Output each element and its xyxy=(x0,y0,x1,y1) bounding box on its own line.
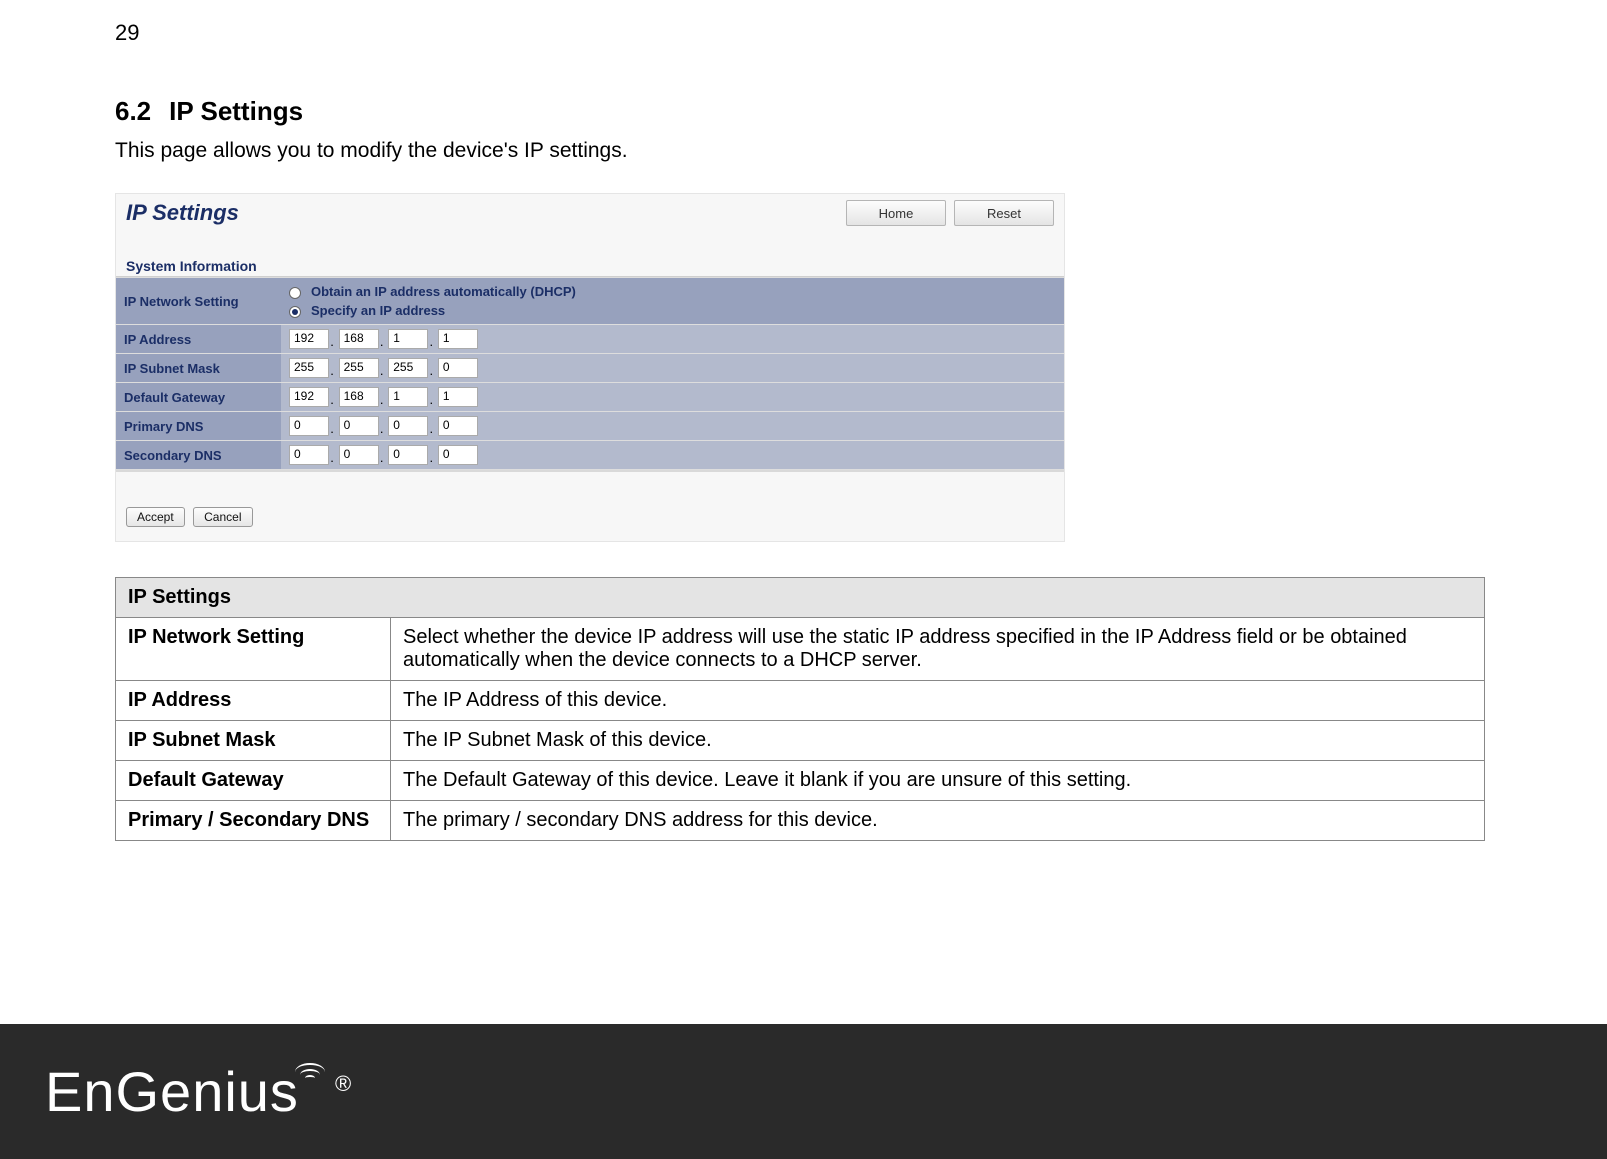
sdns-octet-1[interactable]: 0 xyxy=(289,445,329,465)
dhcp-option-label: Obtain an IP address automatically (DHCP… xyxy=(311,284,576,299)
desc-text-dns: The primary / secondary DNS address for … xyxy=(391,801,1485,841)
home-button[interactable]: Home xyxy=(846,200,946,226)
sdns-octet-2[interactable]: 0 xyxy=(339,445,379,465)
gw-octet-1[interactable]: 192 xyxy=(289,387,329,407)
section-title: IP Settings xyxy=(169,96,303,126)
subnet-mask-label: IP Subnet Mask xyxy=(116,354,281,383)
radio-dhcp-icon[interactable] xyxy=(289,287,301,299)
system-information-heading: System Information xyxy=(116,236,1064,277)
subnet-mask-value: 255. 255. 255. 0 xyxy=(281,354,1064,383)
primary-dns-label: Primary DNS xyxy=(116,412,281,441)
mask-octet-4[interactable]: 0 xyxy=(438,358,478,378)
pdns-octet-4[interactable]: 0 xyxy=(438,416,478,436)
gw-octet-4[interactable]: 1 xyxy=(438,387,478,407)
pdns-octet-2[interactable]: 0 xyxy=(339,416,379,436)
mask-octet-2[interactable]: 255 xyxy=(339,358,379,378)
desc-label-netset: IP Network Setting xyxy=(116,618,391,681)
ip-address-label: IP Address xyxy=(116,325,281,354)
desc-label-gw: Default Gateway xyxy=(116,761,391,801)
ip-octet-2[interactable]: 168 xyxy=(339,329,379,349)
secondary-dns-value: 0. 0. 0. 0 xyxy=(281,441,1064,470)
ip-octet-1[interactable]: 192 xyxy=(289,329,329,349)
mask-octet-1[interactable]: 255 xyxy=(289,358,329,378)
panel-title: IP Settings xyxy=(126,200,239,226)
pdns-octet-3[interactable]: 0 xyxy=(388,416,428,436)
intro-text: This page allows you to modify the devic… xyxy=(115,139,1492,163)
desc-text-mask: The IP Subnet Mask of this device. xyxy=(391,721,1485,761)
desc-text-gw: The Default Gateway of this device. Leav… xyxy=(391,761,1485,801)
description-table: IP Settings IP Network Setting Select wh… xyxy=(115,577,1485,841)
ip-octet-4[interactable]: 1 xyxy=(438,329,478,349)
desc-label-dns: Primary / Secondary DNS xyxy=(116,801,391,841)
brand-text: EnGenius xyxy=(45,1060,299,1123)
default-gateway-value: 192. 168. 1. 1 xyxy=(281,383,1064,412)
accept-button[interactable]: Accept xyxy=(126,507,185,527)
description-table-header: IP Settings xyxy=(116,578,1485,618)
config-table: IP Network Setting Obtain an IP address … xyxy=(116,277,1064,470)
static-option-label: Specify an IP address xyxy=(311,303,445,318)
cancel-button[interactable]: Cancel xyxy=(193,507,252,527)
sdns-octet-3[interactable]: 0 xyxy=(388,445,428,465)
desc-text-ip: The IP Address of this device. xyxy=(391,681,1485,721)
desc-label-mask: IP Subnet Mask xyxy=(116,721,391,761)
brand-logo: EnGenius ® xyxy=(45,1059,352,1124)
section-number: 6.2 xyxy=(115,96,151,126)
ip-network-setting-label: IP Network Setting xyxy=(116,278,281,325)
default-gateway-label: Default Gateway xyxy=(116,383,281,412)
wifi-icon xyxy=(295,1061,325,1081)
ip-address-value: 192. 168. 1. 1 xyxy=(281,325,1064,354)
registered-mark: ® xyxy=(335,1071,352,1096)
dhcp-option-row[interactable]: Obtain an IP address automatically (DHCP… xyxy=(289,284,1056,299)
primary-dns-value: 0. 0. 0. 0 xyxy=(281,412,1064,441)
section-heading: 6.2 IP Settings xyxy=(115,96,1492,127)
page-number: 29 xyxy=(115,20,1492,46)
ip-octet-3[interactable]: 1 xyxy=(388,329,428,349)
settings-panel: IP Settings Home Reset System Informatio… xyxy=(115,193,1065,542)
footer: EnGenius ® xyxy=(0,1024,1607,1159)
mask-octet-3[interactable]: 255 xyxy=(388,358,428,378)
reset-button[interactable]: Reset xyxy=(954,200,1054,226)
static-option-row[interactable]: Specify an IP address xyxy=(289,303,1056,318)
secondary-dns-label: Secondary DNS xyxy=(116,441,281,470)
gw-octet-3[interactable]: 1 xyxy=(388,387,428,407)
pdns-octet-1[interactable]: 0 xyxy=(289,416,329,436)
sdns-octet-4[interactable]: 0 xyxy=(438,445,478,465)
radio-static-icon[interactable] xyxy=(289,306,301,318)
desc-text-netset: Select whether the device IP address wil… xyxy=(391,618,1485,681)
gw-octet-2[interactable]: 168 xyxy=(339,387,379,407)
desc-label-ip: IP Address xyxy=(116,681,391,721)
